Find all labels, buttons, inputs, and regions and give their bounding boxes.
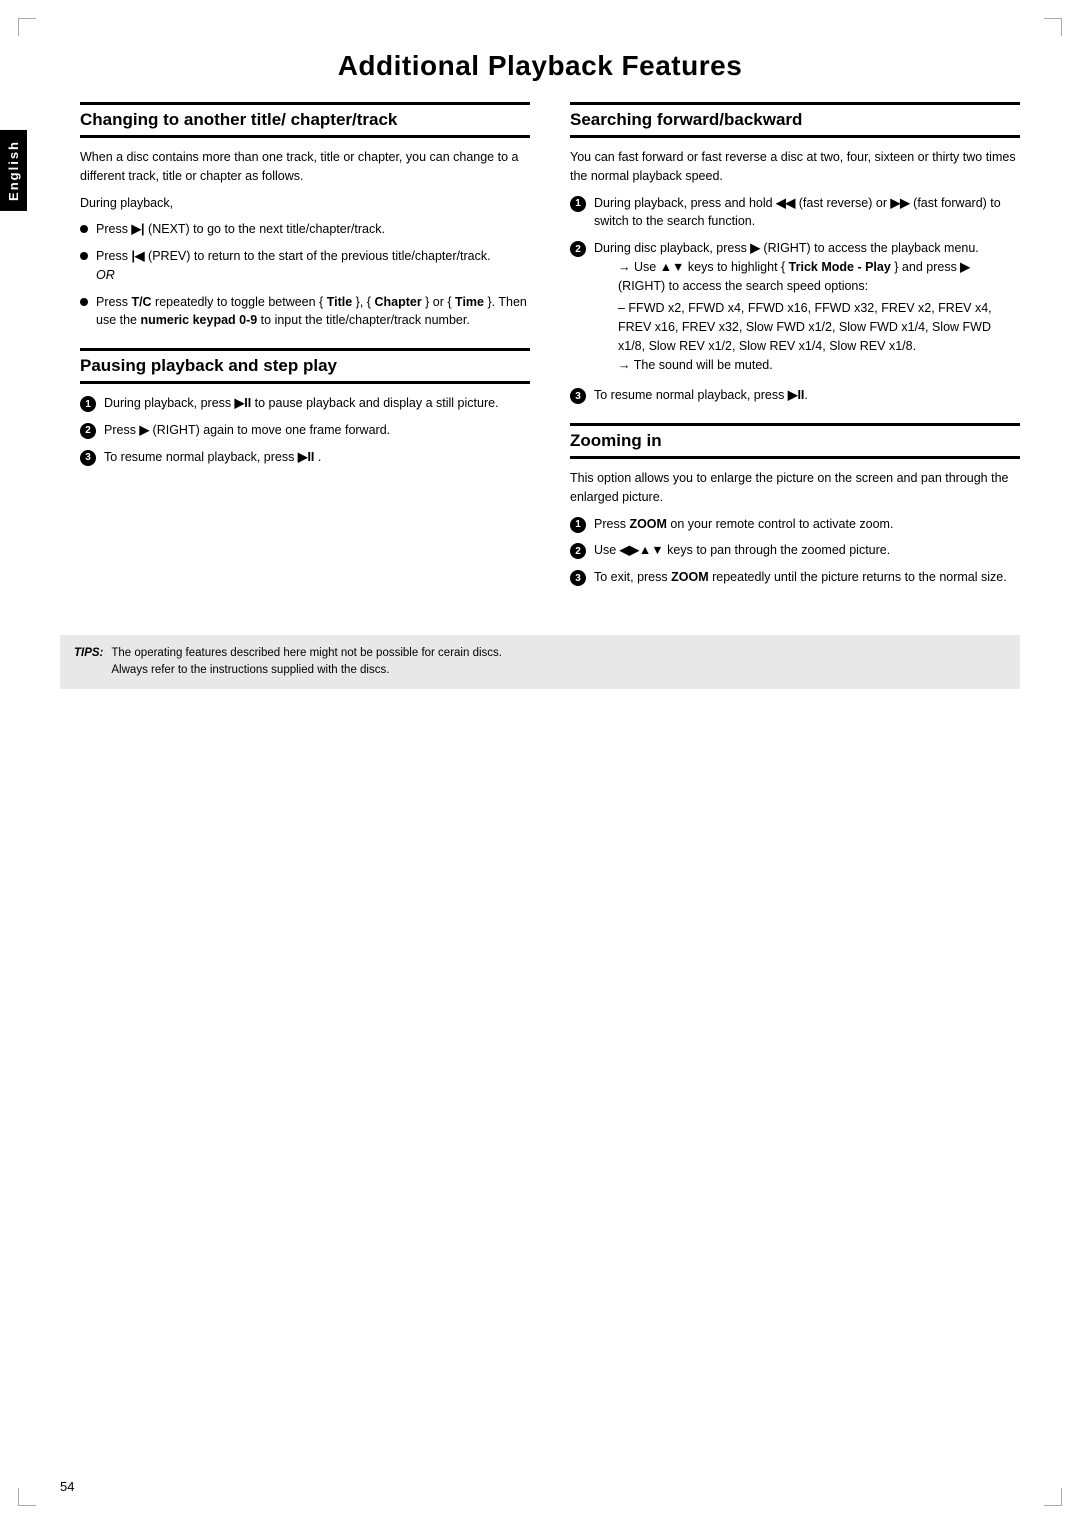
- corner-mark-tr: [1044, 18, 1062, 36]
- bullet-item-2: Press |◀ (PREV) to return to the start o…: [80, 247, 530, 285]
- bullet-text-3: Press T/C repeatedly to toggle between {…: [96, 293, 530, 331]
- search-text-1: During playback, press and hold ◀◀ (fast…: [594, 194, 1020, 232]
- bullet-item-3: Press T/C repeatedly to toggle between {…: [80, 293, 530, 331]
- num-circle-1: 1: [80, 396, 96, 412]
- main-content: Changing to another title/ chapter/track…: [80, 102, 1020, 605]
- section-title-changing: Changing to another title/ chapter/track: [80, 102, 530, 138]
- section-body-zooming: This option allows you to enlarge the pi…: [570, 469, 1020, 587]
- numbered-list-pausing: 1 During playback, press ▶II to pause pl…: [80, 394, 530, 466]
- section-body-searching: You can fast forward or fast reverse a d…: [570, 148, 1020, 405]
- search-text-3: To resume normal playback, press ▶II.: [594, 386, 808, 405]
- page-title: Additional Playback Features: [60, 50, 1020, 82]
- pause-item-2: 2 Press ▶ (RIGHT) again to move one fram…: [80, 421, 530, 440]
- search-num-3: 3: [570, 388, 586, 404]
- section-changing-title: Changing to another title/ chapter/track…: [80, 102, 530, 330]
- tips-content: The operating features described here mi…: [111, 645, 502, 680]
- num-circle-3: 3: [80, 450, 96, 466]
- search-intro: You can fast forward or fast reverse a d…: [570, 148, 1020, 186]
- search-sub-speeds: – FFWD x2, FFWD x4, FFWD x16, FFWD x32, …: [618, 299, 1020, 355]
- pause-text-1: During playback, press ▶II to pause play…: [104, 394, 499, 413]
- tips-text-1: The operating features described here mi…: [111, 645, 502, 662]
- search-text-2-wrapper: During disc playback, press ▶ (RIGHT) to…: [594, 239, 1020, 378]
- bullet-item-1: Press ▶| (NEXT) to go to the next title/…: [80, 220, 530, 239]
- zoom-text-3: To exit, press ZOOM repeatedly until the…: [594, 568, 1007, 587]
- left-column: Changing to another title/ chapter/track…: [80, 102, 530, 605]
- section-searching: Searching forward/backward You can fast …: [570, 102, 1020, 405]
- zoom-intro: This option allows you to enlarge the pi…: [570, 469, 1020, 507]
- page-number: 54: [60, 1479, 74, 1494]
- bullet-dot-3: [80, 298, 88, 306]
- section-title-searching: Searching forward/backward: [570, 102, 1020, 138]
- pause-item-3: 3 To resume normal playback, press ▶II .: [80, 448, 530, 467]
- during-playback-label: During playback,: [80, 194, 530, 213]
- english-tab: English: [0, 130, 27, 211]
- tips-box: TIPS: The operating features described h…: [60, 635, 1020, 690]
- right-column: Searching forward/backward You can fast …: [570, 102, 1020, 605]
- search-text-2: During disc playback, press ▶ (RIGHT) to…: [594, 241, 979, 255]
- zoom-num-3: 3: [570, 570, 586, 586]
- section-body-pausing: 1 During playback, press ▶II to pause pl…: [80, 394, 530, 466]
- search-item-2: 2 During disc playback, press ▶ (RIGHT) …: [570, 239, 1020, 378]
- search-item-3: 3 To resume normal playback, press ▶II.: [570, 386, 1020, 405]
- zoom-num-2: 2: [570, 543, 586, 559]
- zoom-item-1: 1 Press ZOOM on your remote control to a…: [570, 515, 1020, 534]
- bullet-text-1: Press ▶| (NEXT) to go to the next title/…: [96, 220, 385, 239]
- zoom-text-1: Press ZOOM on your remote control to act…: [594, 515, 893, 534]
- numbered-list-searching: 1 During playback, press and hold ◀◀ (fa…: [570, 194, 1020, 406]
- section-title-pausing: Pausing playback and step play: [80, 348, 530, 384]
- num-circle-2: 2: [80, 423, 96, 439]
- section-pausing: Pausing playback and step play 1 During …: [80, 348, 530, 466]
- section-title-zooming: Zooming in: [570, 423, 1020, 459]
- corner-mark-tl: [18, 18, 36, 36]
- section-zooming: Zooming in This option allows you to enl…: [570, 423, 1020, 587]
- zoom-text-2: Use ◀▶▲▼ keys to pan through the zoomed …: [594, 541, 890, 560]
- bullet-text-2: Press |◀ (PREV) to return to the start o…: [96, 247, 491, 285]
- search-item-1: 1 During playback, press and hold ◀◀ (fa…: [570, 194, 1020, 232]
- tips-text-2: Always refer to the instructions supplie…: [111, 662, 502, 679]
- search-num-2: 2: [570, 241, 586, 257]
- search-sub-muted: → The sound will be muted.: [618, 356, 1020, 375]
- bullet-dot-1: [80, 225, 88, 233]
- bullet-list-changing: Press ▶| (NEXT) to go to the next title/…: [80, 220, 530, 330]
- bullet-dot-2: [80, 252, 88, 260]
- search-sub-1: → Use ▲▼ keys to highlight { Trick Mode …: [618, 258, 1020, 296]
- corner-mark-bl: [18, 1488, 36, 1506]
- corner-mark-br: [1044, 1488, 1062, 1506]
- pause-item-1: 1 During playback, press ▶II to pause pl…: [80, 394, 530, 413]
- zoom-num-1: 1: [570, 517, 586, 533]
- numbered-list-zooming: 1 Press ZOOM on your remote control to a…: [570, 515, 1020, 587]
- section-body-changing: When a disc contains more than one track…: [80, 148, 530, 330]
- tips-label: TIPS:: [74, 645, 103, 662]
- pause-text-3: To resume normal playback, press ▶II .: [104, 448, 321, 467]
- pause-text-2: Press ▶ (RIGHT) again to move one frame …: [104, 421, 390, 440]
- search-num-1: 1: [570, 196, 586, 212]
- page-wrapper: English Additional Playback Features Cha…: [0, 0, 1080, 1524]
- zoom-item-2: 2 Use ◀▶▲▼ keys to pan through the zoome…: [570, 541, 1020, 560]
- zoom-item-3: 3 To exit, press ZOOM repeatedly until t…: [570, 568, 1020, 587]
- section-intro-changing: When a disc contains more than one track…: [80, 148, 530, 186]
